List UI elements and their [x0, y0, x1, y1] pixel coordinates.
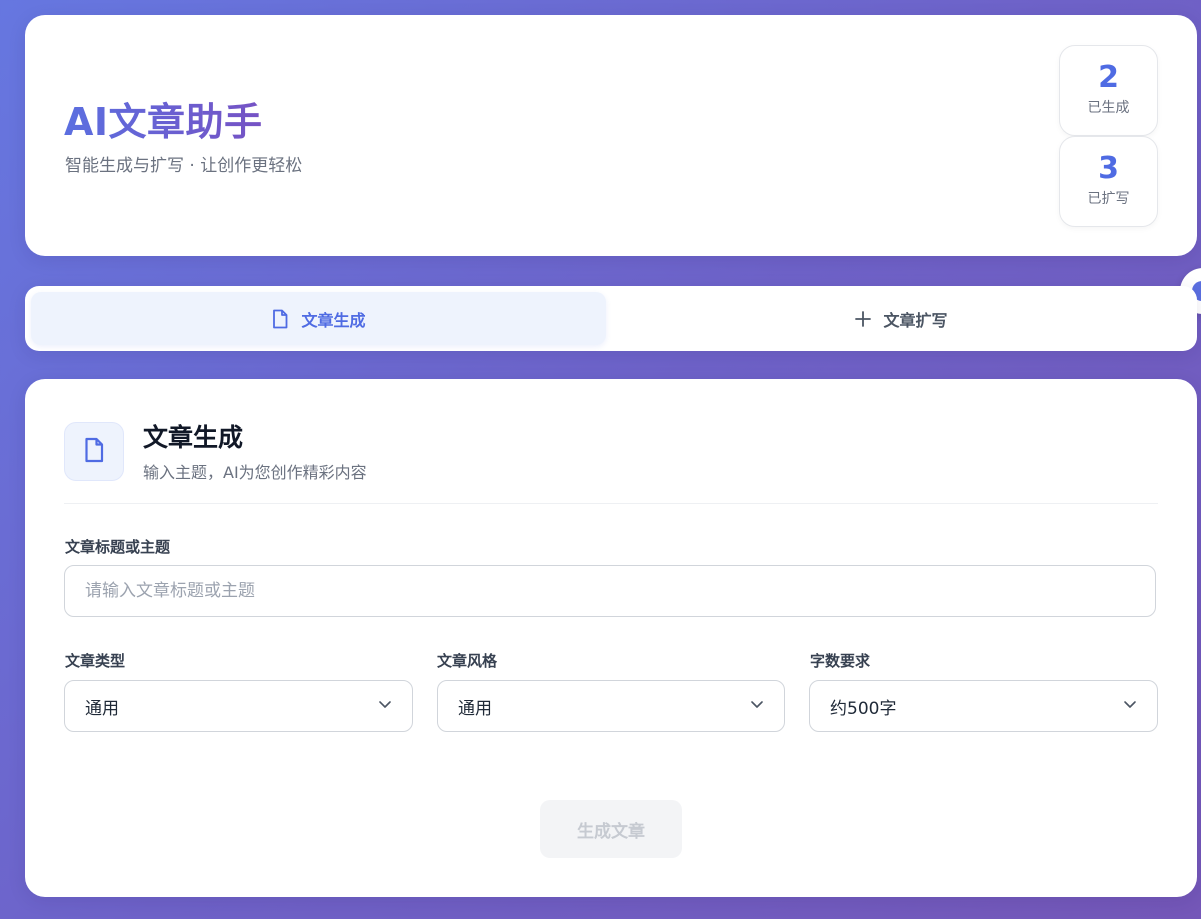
divider — [64, 503, 1158, 504]
type-select-value: 通用 — [85, 698, 119, 719]
plus-icon — [855, 310, 872, 327]
article-generate-panel: 文章生成 输入主题，AI为您创作精彩内容 文章标题或主题 文章类型 通用 文章风… — [25, 379, 1197, 897]
stat-generated-label: 已生成 — [1087, 100, 1130, 116]
title-field-label: 文章标题或主题 — [65, 538, 171, 556]
type-select[interactable]: 通用 — [64, 680, 413, 732]
chevron-down-icon — [750, 696, 764, 716]
document-icon — [83, 437, 105, 467]
app-title: AI文章助手 — [64, 97, 263, 147]
document-icon — [271, 309, 289, 329]
section-title: 文章生成 — [143, 423, 244, 452]
length-select-label: 字数要求 — [810, 652, 871, 670]
stat-expanded: 3 已扩写 — [1059, 136, 1158, 227]
section-description: 输入主题，AI为您创作精彩内容 — [143, 463, 367, 482]
chevron-down-icon — [1123, 696, 1137, 716]
generate-article-button[interactable]: 生成文章 — [540, 800, 682, 858]
stat-expanded-value: 3 — [1098, 151, 1119, 186]
section-icon-box — [64, 422, 124, 481]
length-select[interactable]: 约500字 — [809, 680, 1158, 732]
app-subtitle: 智能生成与扩写 · 让创作更轻松 — [65, 156, 303, 176]
length-select-value: 约500字 — [830, 698, 897, 719]
style-select-label: 文章风格 — [437, 652, 498, 670]
stat-generated-value: 2 — [1098, 60, 1119, 95]
stat-generated: 2 已生成 — [1059, 45, 1158, 136]
title-input[interactable] — [64, 565, 1156, 617]
style-select-value: 通用 — [458, 698, 492, 719]
tab-article-expand[interactable]: 文章扩写 — [612, 292, 1191, 345]
header-card: AI文章助手 智能生成与扩写 · 让创作更轻松 2 已生成 3 已扩写 — [25, 15, 1197, 256]
chevron-down-icon — [378, 696, 392, 716]
tab-article-generate-label: 文章生成 — [301, 310, 366, 330]
tab-article-expand-label: 文章扩写 — [883, 310, 948, 330]
stat-expanded-label: 已扩写 — [1087, 191, 1130, 207]
type-select-label: 文章类型 — [65, 652, 126, 670]
style-select[interactable]: 通用 — [437, 680, 785, 732]
tab-bar: 文章生成 文章扩写 — [25, 286, 1197, 351]
tab-article-generate[interactable]: 文章生成 — [31, 292, 606, 345]
